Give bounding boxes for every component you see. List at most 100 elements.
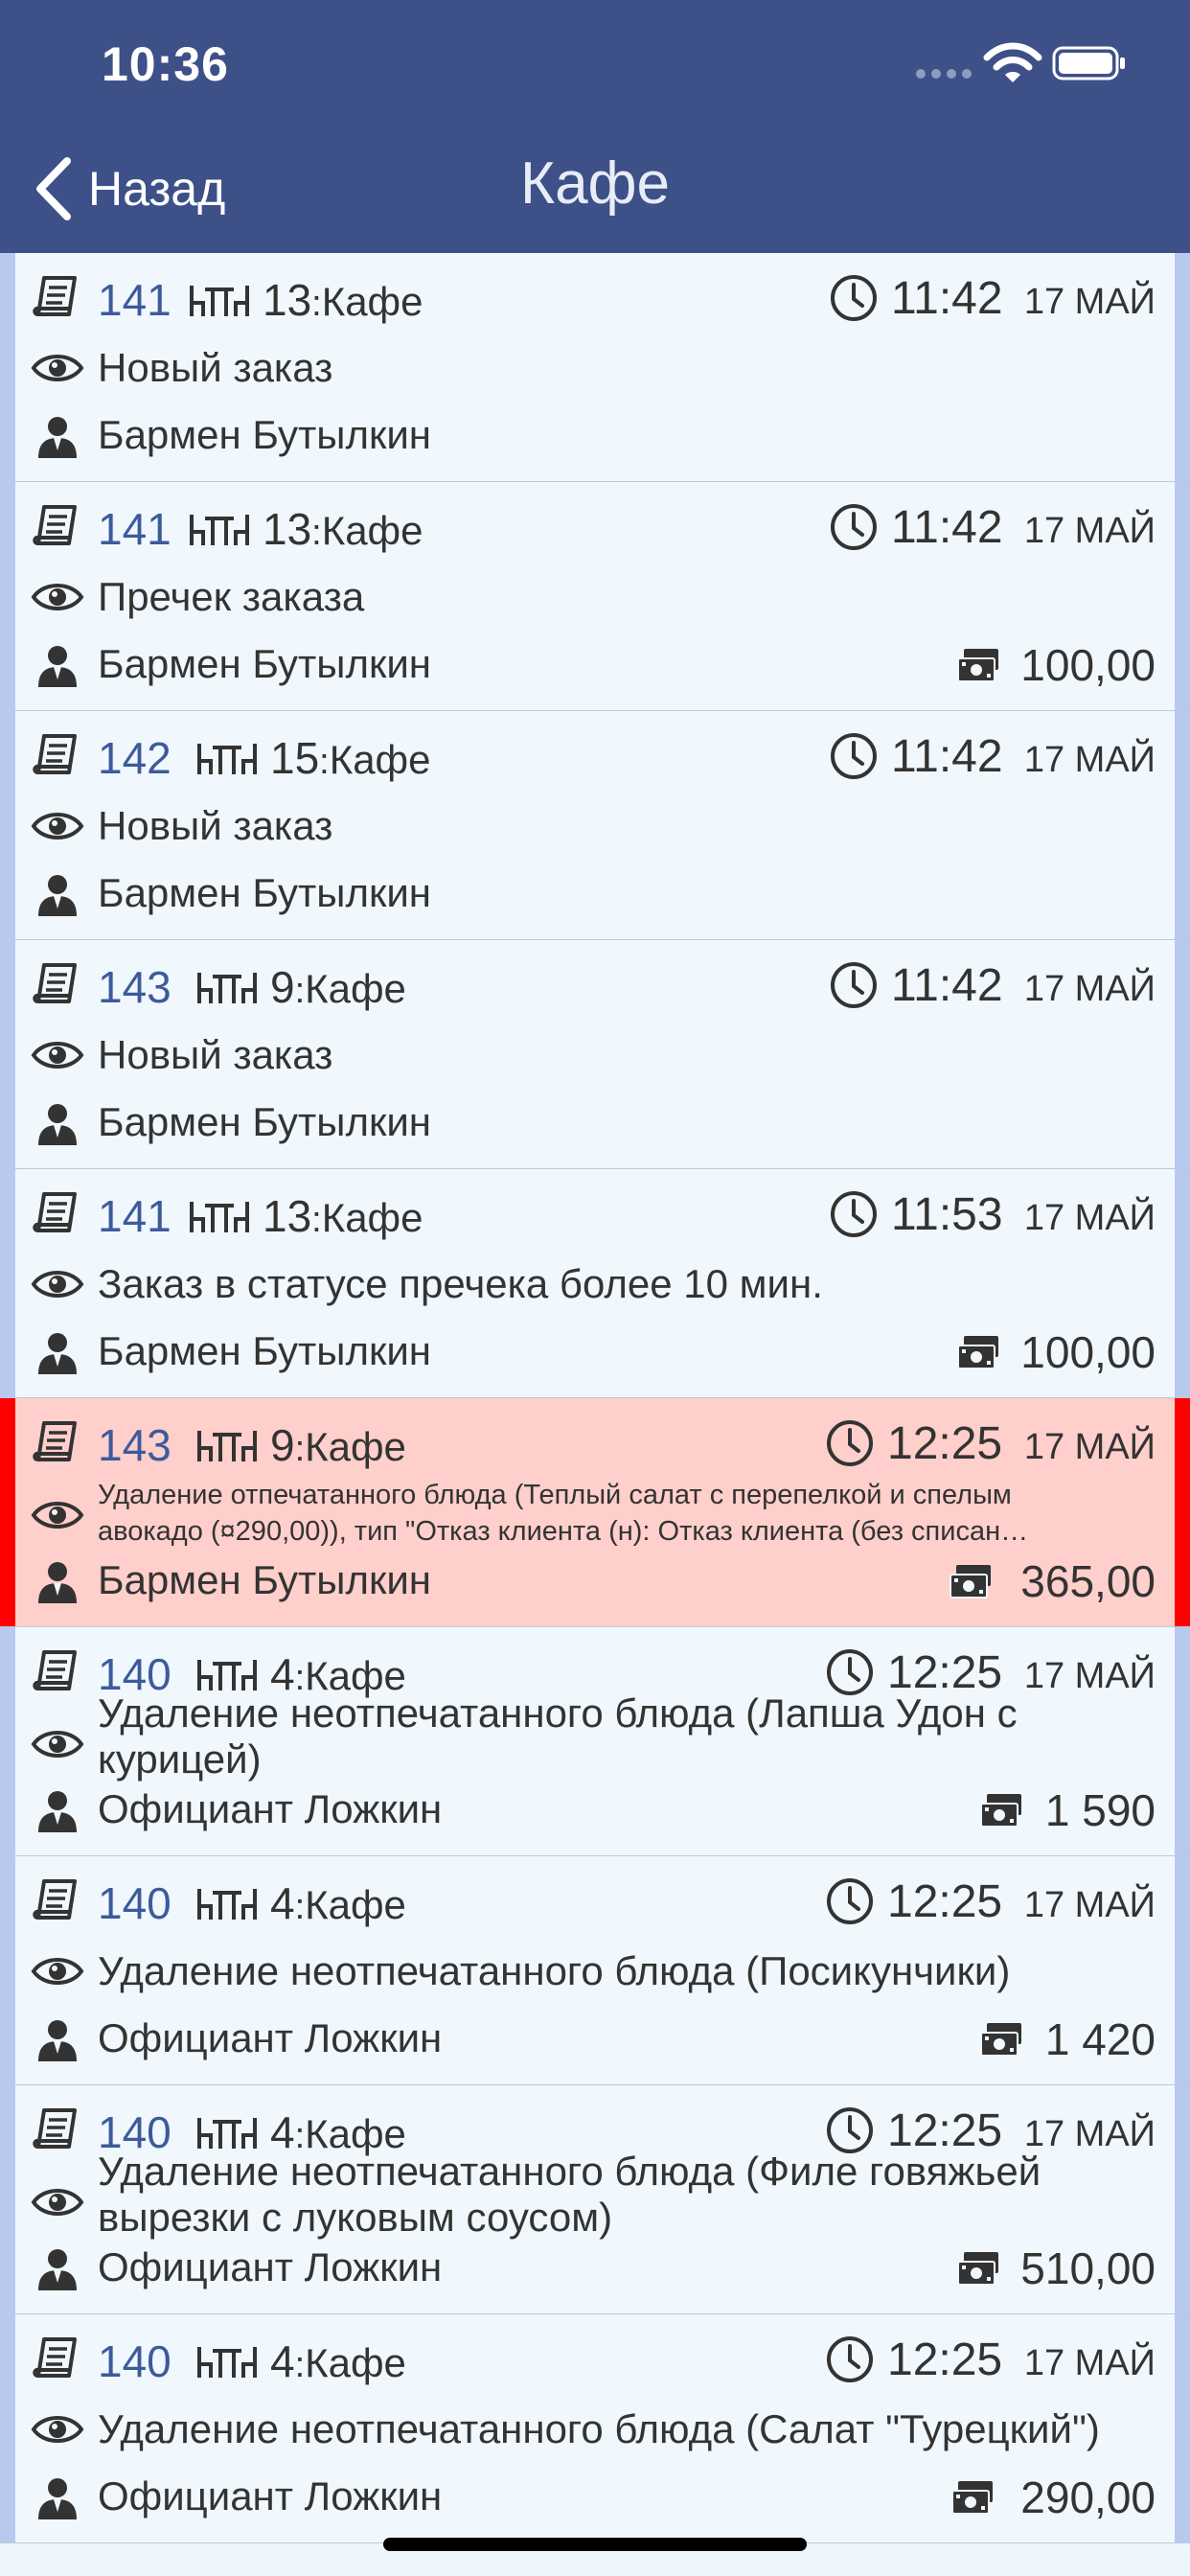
person-icon bbox=[36, 2246, 79, 2290]
list-item[interactable]: 143 9:Кафе 11:42 17 МАЙ Новый заказ Барм… bbox=[0, 940, 1190, 1169]
receipt-icon bbox=[31, 1417, 82, 1469]
list-item[interactable]: 140 4:Кафе 12:25 17 МАЙ Удаление неотпеч… bbox=[0, 1627, 1190, 1856]
eye-icon bbox=[31, 807, 84, 845]
event-time: 11:42 bbox=[891, 273, 1003, 324]
list-item[interactable]: 141 13:Кафе 11:42 17 МАЙ Пречек заказа Б… bbox=[0, 482, 1190, 711]
order-number: 141 bbox=[98, 504, 172, 554]
separator: : bbox=[311, 1200, 322, 1240]
eye-icon bbox=[31, 578, 84, 616]
receipt-icon bbox=[31, 730, 82, 782]
event-date: 17 МАЙ bbox=[1023, 1427, 1156, 1467]
event-time: 12:25 bbox=[887, 2334, 1003, 2385]
table-info: 13:Кафе bbox=[263, 274, 423, 326]
hall-name: Кафе bbox=[321, 508, 423, 553]
hall-name: Кафе bbox=[305, 1424, 406, 1469]
event-date: 17 МАЙ bbox=[1023, 511, 1156, 551]
amount: 1 590 bbox=[1044, 1785, 1156, 1835]
clock-icon bbox=[828, 272, 880, 324]
list-item[interactable]: 141 13:Кафе 11:42 17 МАЙ Новый заказ Бар… bbox=[0, 253, 1190, 482]
table-info: 9:Кафе bbox=[270, 1419, 406, 1471]
hall-name: Кафе bbox=[321, 1195, 423, 1240]
separator: : bbox=[294, 1887, 306, 1927]
table-number: 9 bbox=[270, 1420, 295, 1470]
receipt-icon bbox=[31, 1875, 82, 1927]
event-date: 17 МАЙ bbox=[1023, 282, 1156, 322]
event-description-line-2: авокадо (¤290,00)), тип "Отказ клиента (… bbox=[98, 1516, 1029, 1547]
list-item[interactable]: 140 4:Кафе 12:25 17 МАЙ Удаление неотпеч… bbox=[0, 2314, 1190, 2543]
separator: : bbox=[294, 2345, 306, 2385]
home-indicator[interactable] bbox=[383, 2538, 807, 2551]
table-icon bbox=[195, 1883, 259, 1923]
money-icon bbox=[954, 645, 1002, 685]
order-number: 141 bbox=[98, 275, 172, 325]
person-icon bbox=[36, 1101, 79, 1145]
event-time: 11:42 bbox=[891, 731, 1003, 782]
person-icon bbox=[36, 872, 79, 916]
event-description: Заказ в статусе пречека более 10 мин. bbox=[98, 1261, 823, 1306]
table-number: 4 bbox=[270, 2336, 295, 2386]
event-description: Удаление неотпечатанного блюда (Салат "Т… bbox=[98, 2406, 1100, 2451]
separator: : bbox=[311, 284, 322, 324]
table-number: 13 bbox=[263, 1191, 312, 1241]
separator: : bbox=[294, 971, 306, 1011]
table-icon bbox=[188, 280, 251, 320]
receipt-icon bbox=[31, 2104, 82, 2156]
receipt-icon bbox=[31, 959, 82, 1011]
user-name: Официант Ложкин bbox=[98, 2244, 443, 2289]
navigation-bar: 10:36 Назад Кафе bbox=[0, 0, 1190, 253]
user-name: Бармен Бутылкин bbox=[98, 641, 431, 686]
eye-icon bbox=[31, 1496, 84, 1534]
table-info: 15:Кафе bbox=[270, 732, 430, 784]
order-number: 141 bbox=[98, 1191, 172, 1241]
eye-icon bbox=[31, 1725, 84, 1763]
clock-icon bbox=[824, 1875, 876, 1927]
table-number: 4 bbox=[270, 1878, 295, 1928]
event-time: 12:25 bbox=[887, 1876, 1003, 1927]
order-number: 142 bbox=[98, 733, 172, 783]
list-item-alert[interactable]: 143 9:Кафе 12:25 17 МАЙ Удаление отпечат… bbox=[0, 1398, 1190, 1627]
list-item[interactable]: 142 15:Кафе 11:42 17 МАЙ Новый заказ Бар… bbox=[0, 711, 1190, 940]
person-icon bbox=[36, 1788, 79, 1832]
event-description: Новый заказ bbox=[98, 1032, 333, 1077]
table-info: 4:Кафе bbox=[270, 2335, 406, 2387]
wifi-icon bbox=[983, 42, 1042, 82]
list-item[interactable]: 140 4:Кафе 12:25 17 МАЙ Удаление неотпеч… bbox=[0, 2085, 1190, 2314]
clock-icon bbox=[824, 1417, 876, 1469]
eye-icon bbox=[31, 2410, 84, 2449]
list-item[interactable]: 140 4:Кафе 12:25 17 МАЙ Удаление неотпеч… bbox=[0, 1856, 1190, 2085]
event-description: Удаление отпечатанного блюда (Теплый сал… bbox=[98, 1477, 1163, 1550]
table-icon bbox=[195, 967, 259, 1007]
table-number: 9 bbox=[270, 962, 295, 1012]
order-number: 143 bbox=[98, 962, 172, 1012]
event-time: 11:53 bbox=[891, 1189, 1003, 1240]
amount: 365,00 bbox=[1020, 1556, 1156, 1606]
table-info: 4:Кафе bbox=[270, 1877, 406, 1929]
hall-name: Кафе bbox=[305, 2340, 406, 2385]
receipt-icon bbox=[31, 272, 82, 324]
separator: : bbox=[311, 513, 322, 553]
table-icon bbox=[195, 1425, 259, 1465]
table-icon bbox=[195, 738, 259, 778]
event-date: 17 МАЙ bbox=[1023, 740, 1156, 780]
person-icon bbox=[36, 1330, 79, 1374]
receipt-icon bbox=[31, 1646, 82, 1698]
status-time: 10:36 bbox=[102, 37, 229, 91]
clock-icon bbox=[828, 501, 880, 553]
amount: 100,00 bbox=[1020, 1327, 1156, 1377]
user-name: Бармен Бутылкин bbox=[98, 1557, 431, 1602]
table-number: 13 bbox=[263, 275, 312, 325]
clock-icon bbox=[828, 1188, 880, 1240]
event-description: Удаление неотпечатанного блюда (Лапша Уд… bbox=[98, 1690, 1018, 1782]
event-description: Удаление неотпечатанного блюда (Филе гов… bbox=[98, 2149, 1041, 2240]
event-description: Новый заказ bbox=[98, 803, 333, 848]
order-number: 143 bbox=[98, 1420, 172, 1470]
list-item[interactable]: 141 13:Кафе 11:53 17 МАЙ Заказ в статусе… bbox=[0, 1169, 1190, 1398]
hall-name: Кафе bbox=[321, 279, 423, 324]
event-date: 17 МАЙ bbox=[1023, 1885, 1156, 1925]
table-icon bbox=[195, 2341, 259, 2381]
person-icon bbox=[36, 1559, 79, 1603]
table-icon bbox=[188, 1196, 251, 1236]
hall-name: Кафе bbox=[329, 737, 431, 782]
event-date: 17 МАЙ bbox=[1023, 2343, 1156, 2383]
user-name: Бармен Бутылкин bbox=[98, 870, 431, 915]
